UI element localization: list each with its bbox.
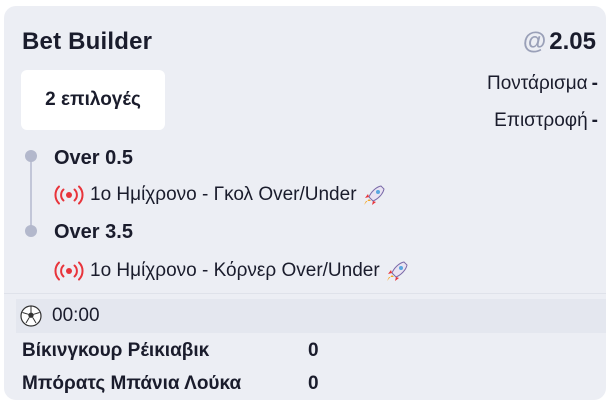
timeline-dot <box>25 150 37 162</box>
team-name: Μπόρατς Μπάνια Λούκα <box>22 373 242 394</box>
timeline-dot <box>25 225 37 237</box>
selection-market: 1ο Ημίχρονο - Κόρνερ Over/Under <box>54 259 410 283</box>
stake-row: Ποντάρισμα - <box>487 73 598 95</box>
soccer-ball-icon <box>20 305 42 327</box>
match-status-bar: 00:00 <box>16 299 606 333</box>
selection-market: 1ο Ημίχρονο - Γκολ Over/Under <box>54 183 387 207</box>
stake-value: - <box>591 73 598 94</box>
team-score: 0 <box>308 340 319 361</box>
selection-market-label: 1ο Ημίχρονο - Κόρνερ Over/Under <box>90 260 380 281</box>
return-label: Επιστροφή <box>494 110 588 131</box>
bet-builder-title: Bet Builder <box>22 28 153 55</box>
team-row: Μπόρατς Μπάνια Λούκα 0 <box>22 373 319 395</box>
return-row: Επιστροφή - <box>494 110 598 132</box>
match-time: 00:00 <box>52 305 100 326</box>
rocket-icon <box>363 185 385 205</box>
team-score: 0 <box>308 373 319 394</box>
rocket-icon <box>386 261 408 281</box>
team-name: Βίκινγκουρ Ρέικιαβικ <box>22 340 210 361</box>
selection-title: Over 3.5 <box>54 221 133 243</box>
return-value: - <box>591 110 598 131</box>
total-odds: @ 2.05 <box>523 28 596 56</box>
divider <box>4 293 606 294</box>
live-broadcast-icon <box>54 261 84 281</box>
selections-timeline <box>30 156 32 232</box>
selection-title: Over 0.5 <box>54 147 133 169</box>
selections-count-chip[interactable]: 2 επιλογές <box>21 70 165 130</box>
team-row: Βίκινγκουρ Ρέικιαβικ 0 <box>22 340 319 362</box>
live-broadcast-icon <box>54 185 84 205</box>
bet-builder-card[interactable]: Bet Builder @ 2.05 2 επιλογές Ποντάρισμα… <box>4 6 606 400</box>
odds-prefix: @ <box>522 28 547 55</box>
stake-label: Ποντάρισμα <box>486 73 588 94</box>
selection-market-label: 1ο Ημίχρονο - Γκολ Over/Under <box>90 184 357 205</box>
odds-value: 2.05 <box>549 28 596 55</box>
